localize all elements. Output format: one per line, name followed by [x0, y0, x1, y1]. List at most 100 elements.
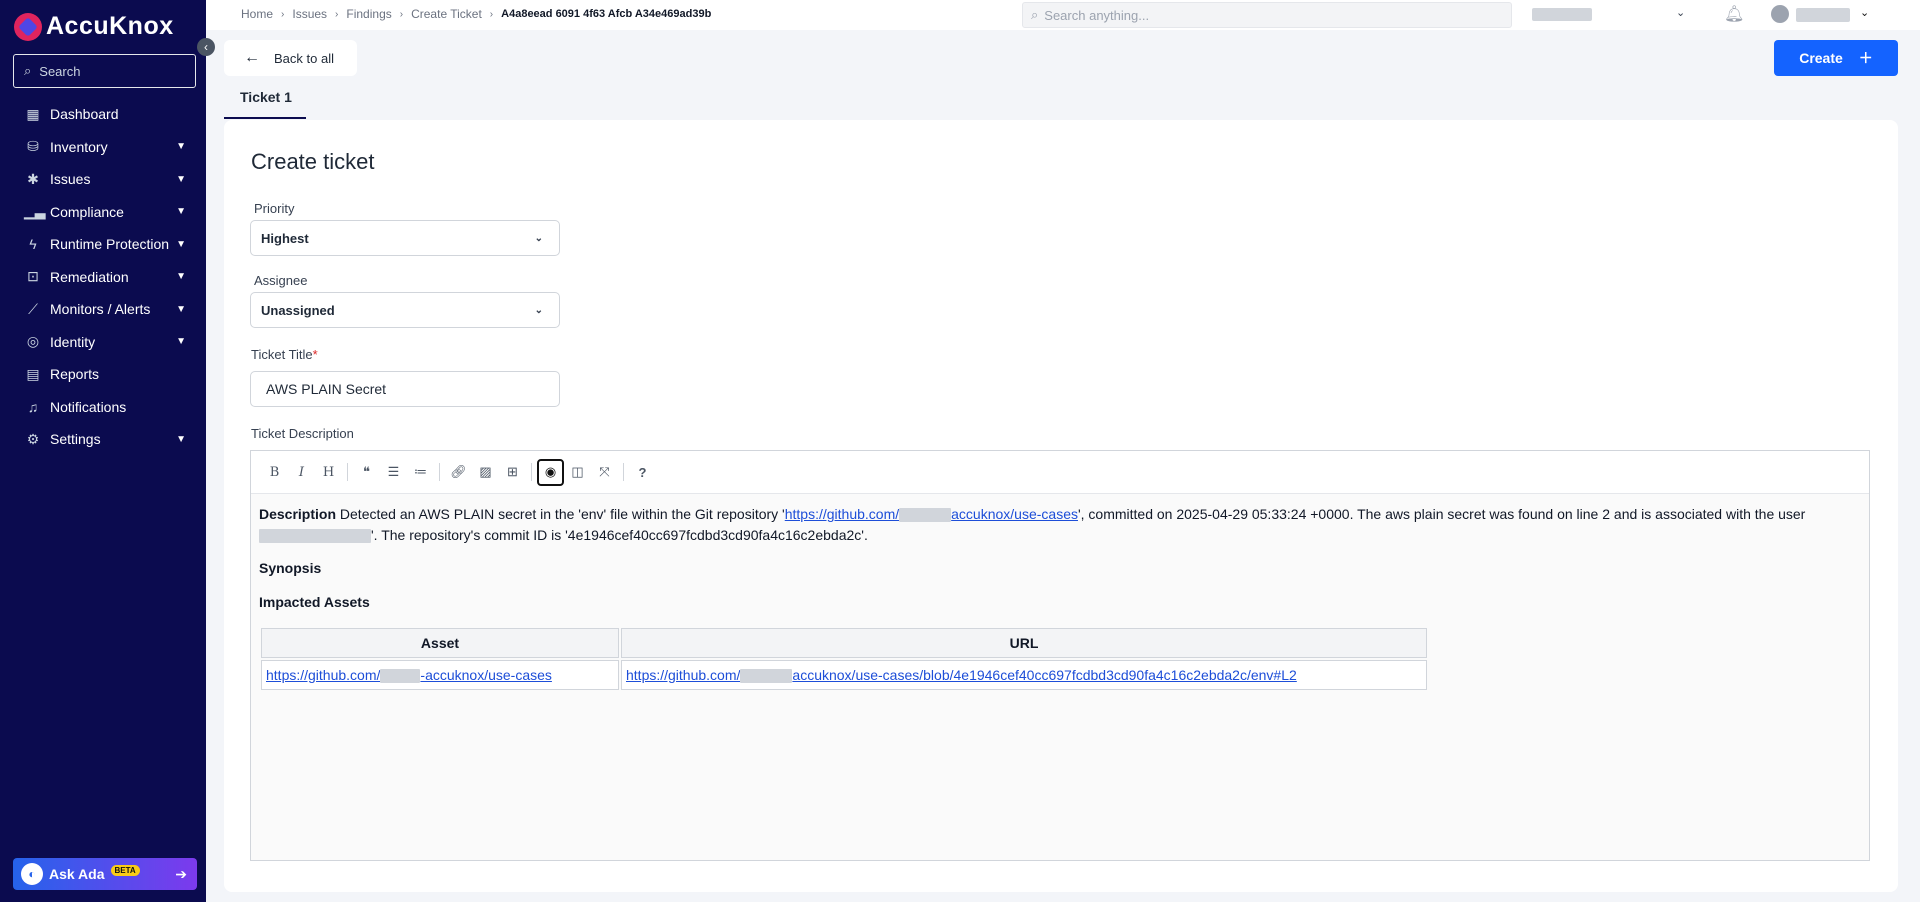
description-text-1: Detected an AWS PLAIN secret in the 'env…	[336, 506, 785, 522]
link-icon[interactable]: 🔗︎	[445, 459, 472, 486]
sidebar-item-identity[interactable]: ◎ Identity ▼	[0, 326, 206, 359]
priority-select[interactable]: Highest ⌄	[250, 220, 560, 256]
user-name-redacted[interactable]	[1796, 8, 1850, 22]
logo-text: AccuKnox	[46, 12, 174, 40]
collapse-sidebar-button[interactable]: ‹	[197, 38, 215, 56]
accuknox-logo[interactable]: AccuKnox	[14, 12, 174, 41]
sidebar-item-settings[interactable]: ⚙ Settings ▼	[0, 423, 206, 456]
column-header-asset: Asset	[261, 628, 619, 658]
toolbar-divider	[439, 463, 440, 481]
ticket-description-editor[interactable]: B I H ❝ ☰ ≔ 🔗︎ ▨ ⊞ ◉ ◫ ⤧ ? Description D…	[250, 450, 1870, 861]
tab-ticket-1[interactable]: Ticket 1	[224, 87, 306, 119]
breadcrumb-findings[interactable]: Findings	[346, 7, 391, 21]
editor-toolbar: B I H ❝ ☰ ≔ 🔗︎ ▨ ⊞ ◉ ◫ ⤧ ?	[251, 451, 1869, 494]
sidebar-item-label: Issues	[50, 171, 91, 188]
create-label: Create	[1799, 50, 1843, 66]
chevron-right-icon: ›	[489, 8, 494, 20]
chevron-down-icon[interactable]: ⌄	[1860, 6, 1869, 19]
table-icon[interactable]: ⊞	[499, 459, 526, 486]
description-text-2: ', committed on 2025-04-29 05:33:24 +000…	[1077, 506, 1806, 522]
url-cell: https://github.com/accuknox/use-cases/bl…	[621, 660, 1427, 690]
sidebar-item-monitors-alerts[interactable]: ⟋ Monitors / Alerts ▼	[0, 293, 206, 326]
global-search-placeholder: Search anything...	[1044, 7, 1150, 23]
clipboard-icon: ▤	[26, 365, 40, 382]
sidebar-item-notifications[interactable]: ♫ Notifications	[0, 391, 206, 424]
redacted-org	[380, 668, 421, 683]
breadcrumb-home[interactable]: Home	[241, 7, 273, 21]
sidebar-item-runtime-protection[interactable]: ϟ Runtime Protection ▼	[0, 228, 206, 261]
sidebar-nav: ▦ Dashboard ⛁ Inventory ▼ ✱ Issues ▼ ▁▃ Compli…	[0, 98, 206, 456]
bullet-list-icon[interactable]: ☰	[380, 459, 407, 486]
url-link[interactable]: https://github.com/accuknox/use-cases/bl…	[626, 667, 1297, 683]
user-avatar[interactable]	[1771, 5, 1789, 23]
sidebar-item-label: Monitors / Alerts	[50, 301, 151, 318]
asset-link[interactable]: https://github.com/ -accuknox/use-cases	[266, 667, 552, 683]
ticket-description-label: Ticket Description	[251, 426, 354, 441]
sidebar-item-issues[interactable]: ✱ Issues ▼	[0, 163, 206, 196]
back-to-all-button[interactable]: ← Back to all	[224, 40, 357, 76]
toolbar-divider	[623, 463, 624, 481]
chevron-down-icon: ▼	[176, 433, 186, 445]
assignee-select[interactable]: Unassigned ⌄	[250, 292, 560, 328]
breadcrumb-current: A4a8eead 6091 4f63 Afcb A34e469ad39b	[501, 8, 712, 20]
impacted-assets-heading: Impacted Assets	[259, 594, 370, 610]
page-title: Create ticket	[251, 149, 375, 174]
ada-logo-icon: ◐	[21, 863, 43, 885]
plus-icon: ＋	[1858, 50, 1873, 66]
organization-selector-redacted[interactable]	[1532, 8, 1592, 21]
redacted-user	[259, 529, 371, 544]
breadcrumb-create-ticket[interactable]: Create Ticket	[411, 7, 482, 21]
inventory-icon: ⛁	[27, 138, 39, 155]
search-icon: ⌕	[1031, 7, 1039, 22]
table-header-row: Asset URL	[261, 628, 1427, 658]
arrow-left-icon: ←	[244, 49, 260, 66]
url-link-end: accuknox/use-cases/blob/4e1946cef40cc697…	[792, 666, 1297, 683]
sidebar-item-label: Notifications	[50, 398, 127, 415]
preview-eye-icon[interactable]: ◉	[537, 458, 564, 486]
repository-link-end: accuknox/use-cases	[951, 506, 1078, 522]
beta-badge: BETA	[110, 864, 140, 876]
sidebar-item-reports[interactable]: ▤ Reports	[0, 358, 206, 391]
bold-icon[interactable]: B	[261, 459, 288, 486]
synopsis-heading: Synopsis	[259, 560, 322, 576]
chevron-down-icon: ▼	[176, 141, 186, 153]
image-icon[interactable]: ▨	[472, 459, 499, 486]
italic-icon[interactable]: I	[288, 459, 315, 486]
sidebar-item-remediation[interactable]: ⊡ Remediation ▼	[0, 261, 206, 294]
url-link-start: https://github.com/	[626, 666, 741, 683]
bell-icon: ♫	[27, 398, 39, 415]
ask-ada-button[interactable]: ◐ Ask Ada BETA ➔	[13, 858, 197, 890]
fullscreen-icon[interactable]: ⤧	[591, 459, 618, 486]
back-to-all-label: Back to all	[274, 50, 334, 66]
editor-preview: Description Detected an AWS PLAIN secret…	[251, 494, 1869, 702]
ask-ada-label: Ask Ada	[49, 866, 105, 882]
quote-icon[interactable]: ❝	[353, 459, 380, 486]
sidebar-item-inventory[interactable]: ⛁ Inventory ▼	[0, 131, 206, 164]
heading-icon[interactable]: H	[315, 459, 342, 486]
sidebar-item-label: Dashboard	[50, 106, 119, 123]
sidebar-item-label: Remediation	[50, 268, 129, 285]
description-paragraph: Description Detected an AWS PLAIN secret…	[259, 504, 1861, 546]
help-icon[interactable]: ?	[629, 459, 656, 486]
notification-bell-icon[interactable]: 🔔︎	[1724, 4, 1744, 24]
main-content: ← Back to all Create ＋ Ticket 1 Create t…	[206, 30, 1920, 902]
sidebar-item-compliance[interactable]: ▁▃ Compliance ▼	[0, 196, 206, 229]
create-button[interactable]: Create ＋	[1774, 40, 1898, 76]
sidebar-item-label: Settings	[50, 431, 101, 448]
chevron-down-icon[interactable]: ⌄	[1676, 6, 1685, 19]
description-text-3: '. The repository's commit ID is '4e1946…	[371, 527, 868, 543]
sidebar-search-input[interactable]: ⌕ Search	[13, 54, 196, 88]
chevron-down-icon: ⌄	[534, 232, 543, 244]
chevron-down-icon: ▼	[176, 303, 186, 315]
sidebar-item-dashboard[interactable]: ▦ Dashboard	[0, 98, 206, 131]
global-search-input[interactable]: ⌕ Search anything...	[1022, 2, 1512, 28]
asset-cell: https://github.com/ -accuknox/use-cases	[261, 660, 619, 690]
gear-icon: ⚙	[26, 430, 40, 447]
numbered-list-icon[interactable]: ≔	[407, 459, 434, 486]
chevron-down-icon: ⌄	[534, 304, 543, 316]
side-by-side-icon[interactable]: ◫	[564, 459, 591, 486]
breadcrumb-issues[interactable]: Issues	[292, 7, 327, 21]
search-icon: ⌕	[24, 63, 32, 78]
repository-link[interactable]: https://github.com/accuknox/use-cases	[785, 506, 1078, 523]
ticket-title-input[interactable]: AWS PLAIN Secret	[250, 371, 560, 407]
